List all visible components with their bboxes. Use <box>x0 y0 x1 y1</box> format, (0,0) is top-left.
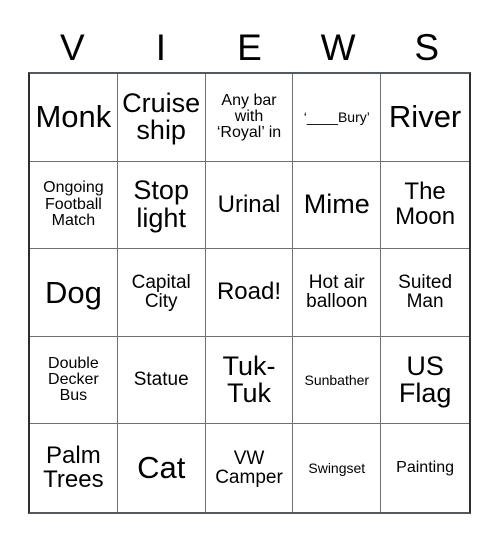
bingo-cell[interactable]: Suited Man <box>381 249 469 337</box>
bingo-cell[interactable]: Sunbather <box>293 336 382 425</box>
bingo-cell[interactable]: River <box>381 74 469 162</box>
bingo-cell-label: Tuk- Tuk <box>222 350 276 409</box>
bingo-cell-label: Hot air balloon <box>306 272 368 313</box>
bingo-header: VIEWS <box>28 22 471 72</box>
bingo-cell[interactable]: Any bar with ‘Royal’ in <box>205 74 294 162</box>
bingo-cell[interactable]: Painting <box>381 424 469 512</box>
bingo-cell-label: Stop light <box>133 175 189 233</box>
bingo-cell[interactable]: Ongoing Football Match <box>30 161 118 250</box>
bingo-cell[interactable]: US Flag <box>381 336 469 425</box>
bingo-cell[interactable]: VW Camper <box>205 424 294 512</box>
bingo-cell[interactable]: Hot air balloon <box>293 249 382 337</box>
bingo-header-letter-4: S <box>414 26 440 68</box>
bingo-cell[interactable]: Dog <box>30 249 118 337</box>
bingo-cell[interactable]: Capital City <box>117 249 206 337</box>
bingo-cell-label: US Flag <box>398 350 452 409</box>
bingo-cell[interactable]: Tuk- Tuk <box>205 336 294 425</box>
bingo-header-letter-2: E <box>237 26 262 68</box>
bingo-cell-label: Dog <box>44 274 102 310</box>
bingo-cell-label: Cruise ship <box>122 87 201 146</box>
bingo-cell-label: VW Camper <box>215 447 283 489</box>
bingo-cell[interactable]: The Moon <box>381 161 469 250</box>
bingo-cell-label: ‘____Bury’ <box>303 109 370 126</box>
bingo-cell[interactable]: Mime <box>293 161 382 250</box>
bingo-cell[interactable]: Stop light <box>117 161 206 250</box>
bingo-header-letter-1: I <box>155 26 167 68</box>
bingo-cell[interactable]: ‘____Bury’ <box>293 74 382 162</box>
bingo-cell[interactable]: Road! <box>205 249 294 337</box>
bingo-card: V I E W S Monk Cruise ship Any bar with ‘Royal… <box>0 0 500 544</box>
bingo-cell-label: Any bar with ‘Royal’ in <box>216 91 282 142</box>
bingo-cell[interactable]: Cat <box>117 424 206 512</box>
bingo-cell-label: Capital City <box>131 272 191 313</box>
bingo-cell-label: Urinal <box>217 190 281 218</box>
bingo-cell-label: Road! <box>216 278 282 306</box>
bingo-cell-label: Swingset <box>308 460 366 477</box>
bingo-cell[interactable]: Urinal <box>205 161 294 250</box>
bingo-grid: Monk Cruise ship Any bar with ‘Royal’ in ‘_… <box>28 72 471 514</box>
bingo-cell-label: Monk <box>35 99 112 135</box>
bingo-cell[interactable]: Swingset <box>293 424 382 512</box>
bingo-cell-label: Double Decker Bus <box>48 354 99 405</box>
bingo-header-letter-3: W <box>320 26 356 68</box>
bingo-cell[interactable]: Monk <box>30 74 118 162</box>
bingo-cell-label: Suited Man <box>398 272 453 313</box>
bingo-cell[interactable]: Double Decker Bus <box>30 336 118 425</box>
bingo-cell[interactable]: Palm Trees <box>30 424 118 512</box>
bingo-cell-label: Cat <box>137 450 186 486</box>
bingo-cell-label: Painting <box>396 459 454 477</box>
bingo-cell-label: Mime <box>303 189 370 220</box>
bingo-cell-label: The Moon <box>395 178 456 230</box>
bingo-cell-label: Sunbather <box>304 371 370 388</box>
bingo-cell-label: Ongoing Football Match <box>43 179 104 230</box>
bingo-cell-label: Statue <box>133 369 189 391</box>
bingo-cell[interactable]: Statue <box>117 336 206 425</box>
bingo-header-letter-0: V <box>59 26 85 68</box>
bingo-cell-label: River <box>388 99 462 135</box>
bingo-cell[interactable]: Cruise ship <box>117 74 206 162</box>
bingo-cell-label: Palm Trees <box>43 441 104 494</box>
